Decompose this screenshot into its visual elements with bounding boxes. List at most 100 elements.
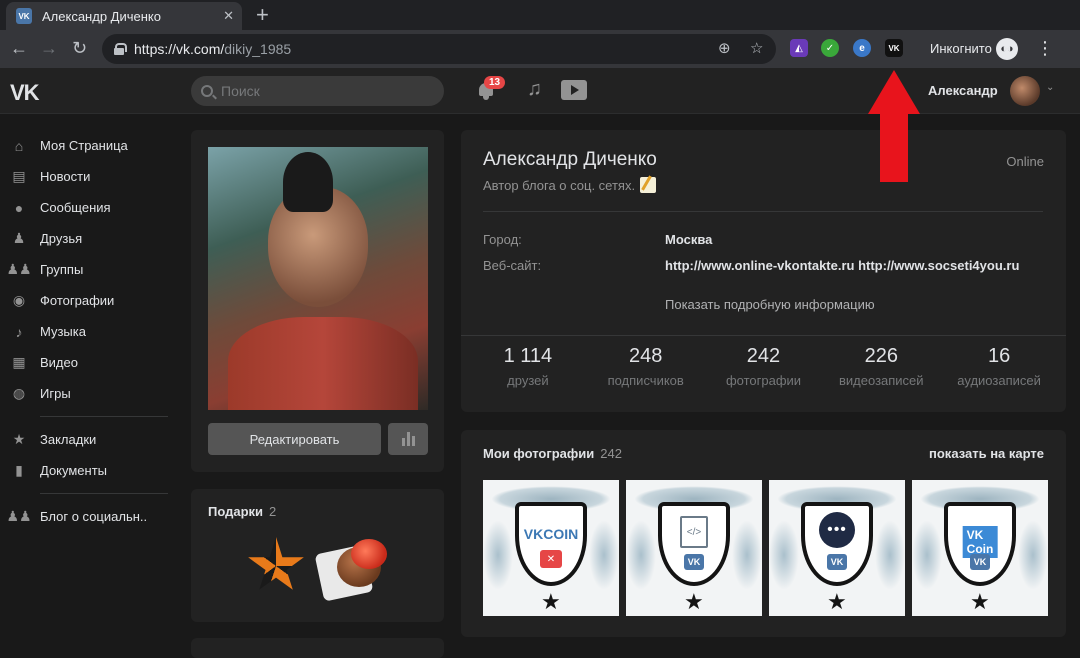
sidebar-divider [40,493,168,494]
profile-info-card: Александр Диченко Автор блога о соц. сет… [461,130,1066,412]
sidebar-item-label: Документы [40,463,108,478]
gifts-title[interactable]: Подарки [208,504,263,519]
show-more-info-link[interactable]: Показать подробную информацию [665,297,875,312]
counter-videos[interactable]: 226 видеозаписей [822,345,940,388]
sidebar-item-video[interactable]: ▦ Видео [0,347,180,378]
sidebar-item-groups[interactable]: ♟♟ Группы [0,254,180,285]
video-player-icon[interactable] [561,80,587,100]
new-tab-icon[interactable]: + [256,2,269,28]
profile-photo[interactable] [208,147,428,410]
sidebar-item-community[interactable]: ♟♟ Блог о социальн.. [0,501,180,532]
header-avatar[interactable] [1010,76,1040,106]
sidebar-item-label: Игры [40,386,71,401]
star-icon: ★ [684,589,704,614]
url-path: dikiy_1985 [224,41,292,57]
counter-label: подписчиков [607,373,684,388]
bookmark-icon: ★ [12,431,26,447]
show-on-map-link[interactable]: показать на карте [929,446,1044,461]
music-player-icon[interactable]: ♫ [527,78,542,101]
counter-photos[interactable]: 242 фотографии [705,345,823,388]
header-user-name[interactable]: Александр [928,83,998,98]
extension-e-icon[interactable]: e [853,39,871,57]
gift-chocolate[interactable] [314,539,389,602]
website-value[interactable]: http://www.online-vkontakte.ru http://ww… [665,258,1019,273]
city-label: Город: [483,232,522,247]
video-icon: ▦ [12,354,26,370]
chat-bubble-icon: ••• [819,512,855,548]
sidebar-item-friends[interactable]: ♟ Друзья [0,223,180,254]
vk-logo-icon: VK [684,554,704,570]
stats-bar-icon [401,438,405,446]
vk-logo[interactable]: VK [10,80,40,106]
reload-icon[interactable]: ↻ [72,38,87,58]
counter-number: 226 [864,345,898,367]
sidebar-item-games[interactable]: ◍ Игры [0,378,180,409]
gift-star-ribbon[interactable] [247,537,305,601]
browser-tab[interactable]: VK Александр Диченко ✕ [6,2,242,30]
sidebar-item-news[interactable]: ▤ Новости [0,161,180,192]
lock-icon [114,43,127,55]
chevron-down-icon[interactable]: ⌄ [1046,82,1054,93]
zoom-icon[interactable]: ⊕ [718,39,731,57]
extension-vk-icon[interactable]: VK [885,39,903,57]
back-icon[interactable]: ← [10,38,28,58]
url-host: https://vk.com/ [134,41,225,57]
profile-status[interactable]: Автор блога о соц. сетях. [483,177,657,193]
sidebar-item-label: Закладки [40,432,97,447]
camera-icon: ◉ [12,292,26,308]
sidebar-item-messages[interactable]: ● Сообщения [0,192,180,223]
info-divider [483,211,1043,212]
sidebar-item-documents[interactable]: ▮ Документы [0,455,180,486]
browser-menu-icon[interactable]: ⋮ [1036,38,1054,59]
counter-number: 16 [987,345,1011,367]
friends-icon: ♟ [12,230,26,246]
sidebar-item-label: Группы [40,262,84,277]
extension-1-icon[interactable]: ◭ [790,39,808,57]
search-input[interactable] [221,83,421,99]
notification-count-badge: 13 [484,76,506,89]
photo-thumb[interactable]: VKCOIN ✕ ★ [483,480,619,616]
address-bar[interactable]: https://vk.com/dikiy_1985 ⊕ ☆ [102,34,776,64]
sidebar-item-my-page[interactable]: ⌂ Моя Страница [0,130,180,161]
sidebar-item-bookmarks[interactable]: ★ Закладки [0,424,180,455]
my-photos-card: Мои фотографии 242 показать на карте VKC… [461,430,1066,637]
photos-count: 242 [600,446,622,461]
close-tab-icon[interactable]: ✕ [223,8,234,24]
city-value[interactable]: Москва [665,232,712,247]
gamepad-icon: ◍ [12,385,26,401]
sidebar-item-label: Сообщения [40,200,111,215]
photo-thumbnails: VKCOIN ✕ ★ </> VK ★ ••• VK ★ VK Coin VK … [483,480,1048,616]
incognito-label: Инкогнито [930,41,992,56]
photo-thumb[interactable]: VK Coin VK ★ [912,480,1048,616]
document-icon: ▮ [15,462,23,478]
avatar-card: Редактировать [191,130,444,472]
star-icon: ★ [827,589,847,614]
sidebar-item-label: Музыка [40,324,86,339]
counter-number: 248 [629,345,663,367]
home-icon: ⌂ [14,137,24,154]
profile-counters: 1 114 друзей 248 подписчиков 242 фотографии… [461,345,1066,388]
messages-icon: ● [14,199,24,216]
stats-button[interactable] [388,423,428,455]
forward-icon[interactable]: → [40,38,58,58]
memo-icon [640,177,657,193]
photos-title[interactable]: Мои фотографии [483,446,594,461]
website-label: Веб-сайт: [483,258,542,273]
bookmark-star-icon[interactable]: ☆ [750,39,763,57]
sidebar-item-photos[interactable]: ◉ Фотографии [0,285,180,316]
incognito-icon[interactable]: ◐◑ [996,38,1018,60]
counter-audio[interactable]: 16 аудиозаписей [940,345,1058,388]
counter-label: аудиозаписей [957,373,1041,388]
red-arrow-annotation [868,70,920,182]
extension-thumb-icon[interactable]: ✓ [821,39,839,57]
photo-thumb[interactable]: ••• VK ★ [769,480,905,616]
photo-thumb[interactable]: </> VK ★ [626,480,762,616]
counter-followers[interactable]: 248 подписчиков [587,345,705,388]
counter-number: 1 114 [503,345,553,367]
edit-profile-button[interactable]: Редактировать [208,423,381,455]
tab-title: Александр Диченко [42,8,161,24]
search-box[interactable] [191,76,444,106]
sidebar-divider [40,416,168,417]
sidebar-item-music[interactable]: ♪ Музыка [0,316,180,347]
counter-friends[interactable]: 1 114 друзей [469,345,587,388]
